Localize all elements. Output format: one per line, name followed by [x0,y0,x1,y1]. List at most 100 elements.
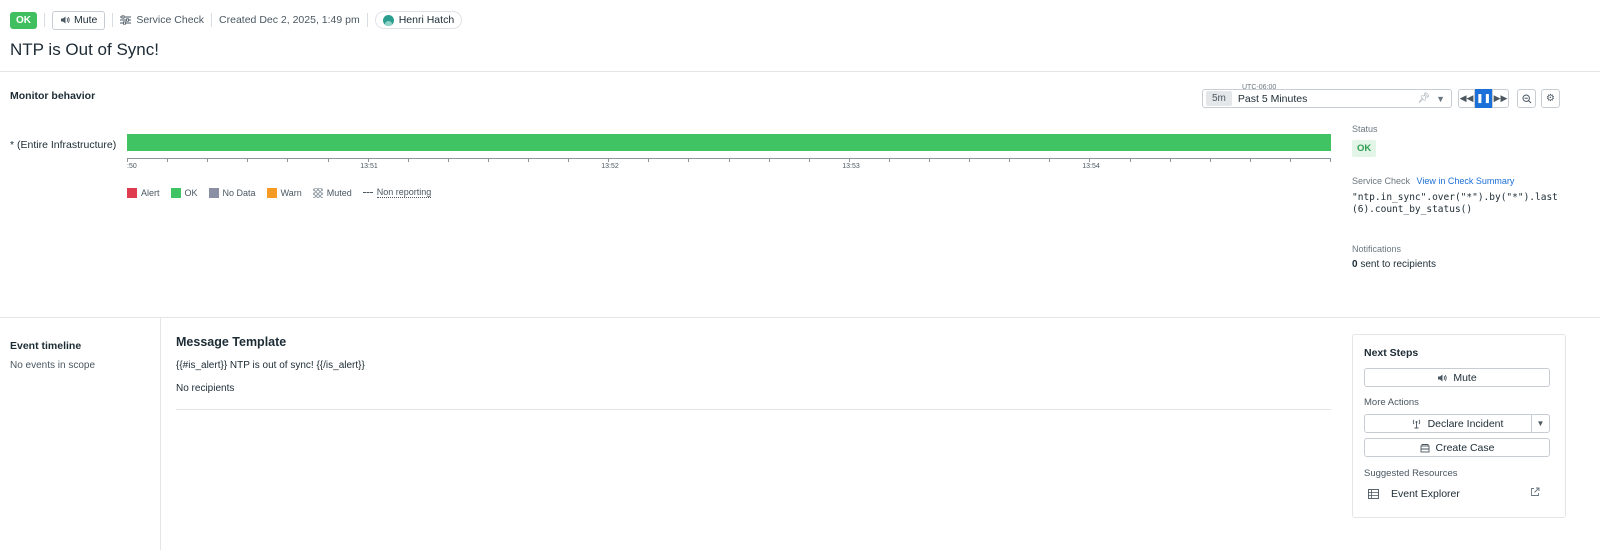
chevron-down-icon[interactable]: ▼ [1436,94,1445,104]
monitor-behavior-title: Monitor behavior [10,90,96,102]
notifications-label: Notifications [1352,244,1402,254]
pin-icon[interactable]: 📌︎ [1417,93,1430,104]
legend: Alert OK No Data Warn Muted Non reportin… [127,187,432,198]
notifications-section: Notifications 0 sent to recipients [1352,244,1436,270]
create-case-button[interactable]: Create Case [1364,438,1550,457]
service-check-section: Service Check View in Check Summary "ntp… [1352,176,1558,216]
mute-button[interactable]: Mute [52,10,106,30]
time-range-chip: 5m [1206,91,1232,106]
mute-label: Mute [74,14,98,26]
legend-muted-label: Muted [326,187,352,198]
axis-tick-label: 13:53 [842,163,860,170]
axis-tick [1089,158,1090,162]
axis-tick [247,158,248,162]
check-query: "ntp.in_sync".over("*").by("*").last (6)… [1352,192,1558,216]
status-value-badge: OK [1352,140,1377,157]
monitor-type-label: Service Check [136,14,205,26]
ok-swatch [170,187,181,198]
axis-tick [969,158,970,162]
warn-swatch [266,187,277,198]
message-template-title: Message Template [176,335,287,349]
axis-tick [207,158,208,162]
zoom-out-icon [1521,93,1531,103]
declare-incident-button[interactable]: Declare Incident ▼ [1364,414,1550,433]
status-badge: OK [10,11,37,29]
axis-tick [1210,158,1211,162]
axis-tick [1130,158,1131,162]
event-explorer-label: Event Explorer [1391,487,1460,500]
more-actions-label: More Actions [1364,397,1419,408]
axis-tick [448,158,449,162]
chevron-down-icon[interactable]: ▼ [1531,415,1549,432]
divider [112,13,114,27]
incident-icon [1412,419,1420,428]
mute-label: Mute [1453,371,1477,384]
avatar [382,14,394,26]
legend-item-non-reporting: Non reporting [362,187,432,198]
message-recipients: No recipients [176,383,235,394]
created-date: Created Dec 2, 2025, 1:49 pm [219,14,360,26]
axis-tick-label: 13:52 [601,163,619,170]
next-steps-panel: Next Steps Mute More Actions Declare Inc… [1352,334,1566,518]
axis-tick [929,158,930,162]
axis-tick [167,158,168,162]
legend-alert-label: Alert [141,187,160,198]
axis-tick [1250,158,1251,162]
axis-tick-label: 13:54 [1082,163,1100,170]
legend-item-muted: Muted [312,187,352,198]
legend-item-warn: Warn [266,187,302,198]
notifications-count: 0 [1352,259,1358,270]
divider [0,71,1600,72]
axis-tick [408,158,409,162]
axis-tick [1049,158,1050,162]
external-link-icon [1530,487,1540,500]
axis-tick [528,158,529,162]
event-explorer-link[interactable]: Event Explorer [1368,487,1540,500]
fast-forward-icon: ▶▶ [1493,93,1508,103]
time-range-picker[interactable]: 5m Past 5 Minutes 📌︎ ▼ [1202,89,1452,108]
settings-button[interactable]: ⚙ [1541,89,1560,108]
divider [211,13,213,27]
legend-warn-label: Warn [280,187,302,198]
axis-tick [368,158,369,162]
axis-tick [568,158,569,162]
view-check-summary-link[interactable]: View in Check Summary [1417,176,1515,186]
message-template-body: {{#is_alert}} NTP is out of sync! {{/is_… [176,360,365,371]
dashed-line-icon [362,192,373,193]
axis-tick [287,158,288,162]
event-timeline-empty: No events in scope [10,360,96,371]
axis-tick [1290,158,1291,162]
pause-button[interactable]: ❚❚ [1475,89,1492,108]
gear-icon: ⚙ [1546,93,1555,104]
divider [366,13,368,27]
axis-tick [648,158,649,162]
axis-tick [688,158,689,162]
legend-ok-label: OK [184,187,198,198]
suggested-resources-label: Suggested Resources [1364,468,1458,479]
next-steps-mute-button[interactable]: Mute [1364,368,1550,387]
declare-incident-label: Declare Incident [1427,417,1504,430]
time-range-label: Past 5 Minutes [1237,92,1308,105]
no-data-swatch [208,187,219,198]
axis-tick [608,158,609,162]
legend-item-no-data: No Data [208,187,256,198]
status-section: Status OK [1352,124,1378,157]
rewind-icon: ◀◀ [1459,93,1474,103]
event-timeline-title: Event timeline [10,340,82,352]
create-case-label: Create Case [1435,441,1495,454]
axis-tick [488,158,489,162]
legend-item-ok: OK [170,187,198,198]
rewind-button[interactable]: ◀◀ [1458,89,1475,108]
notifications-text: sent to recipients [1360,259,1436,270]
speaker-icon [1438,374,1447,381]
zoom-out-button[interactable] [1517,89,1536,108]
service-check-header: Service Check View in Check Summary [1352,176,1558,186]
fast-forward-button[interactable]: ▶▶ [1492,89,1509,108]
divider [176,409,1331,410]
speaker-icon [61,16,70,24]
status-bar-ok[interactable] [127,134,1331,151]
legend-item-alert: Alert [127,187,160,198]
axis-tick-label: :50 [127,163,137,170]
creator-pill[interactable]: Henri Hatch [374,11,463,29]
list-icon [1368,488,1379,499]
